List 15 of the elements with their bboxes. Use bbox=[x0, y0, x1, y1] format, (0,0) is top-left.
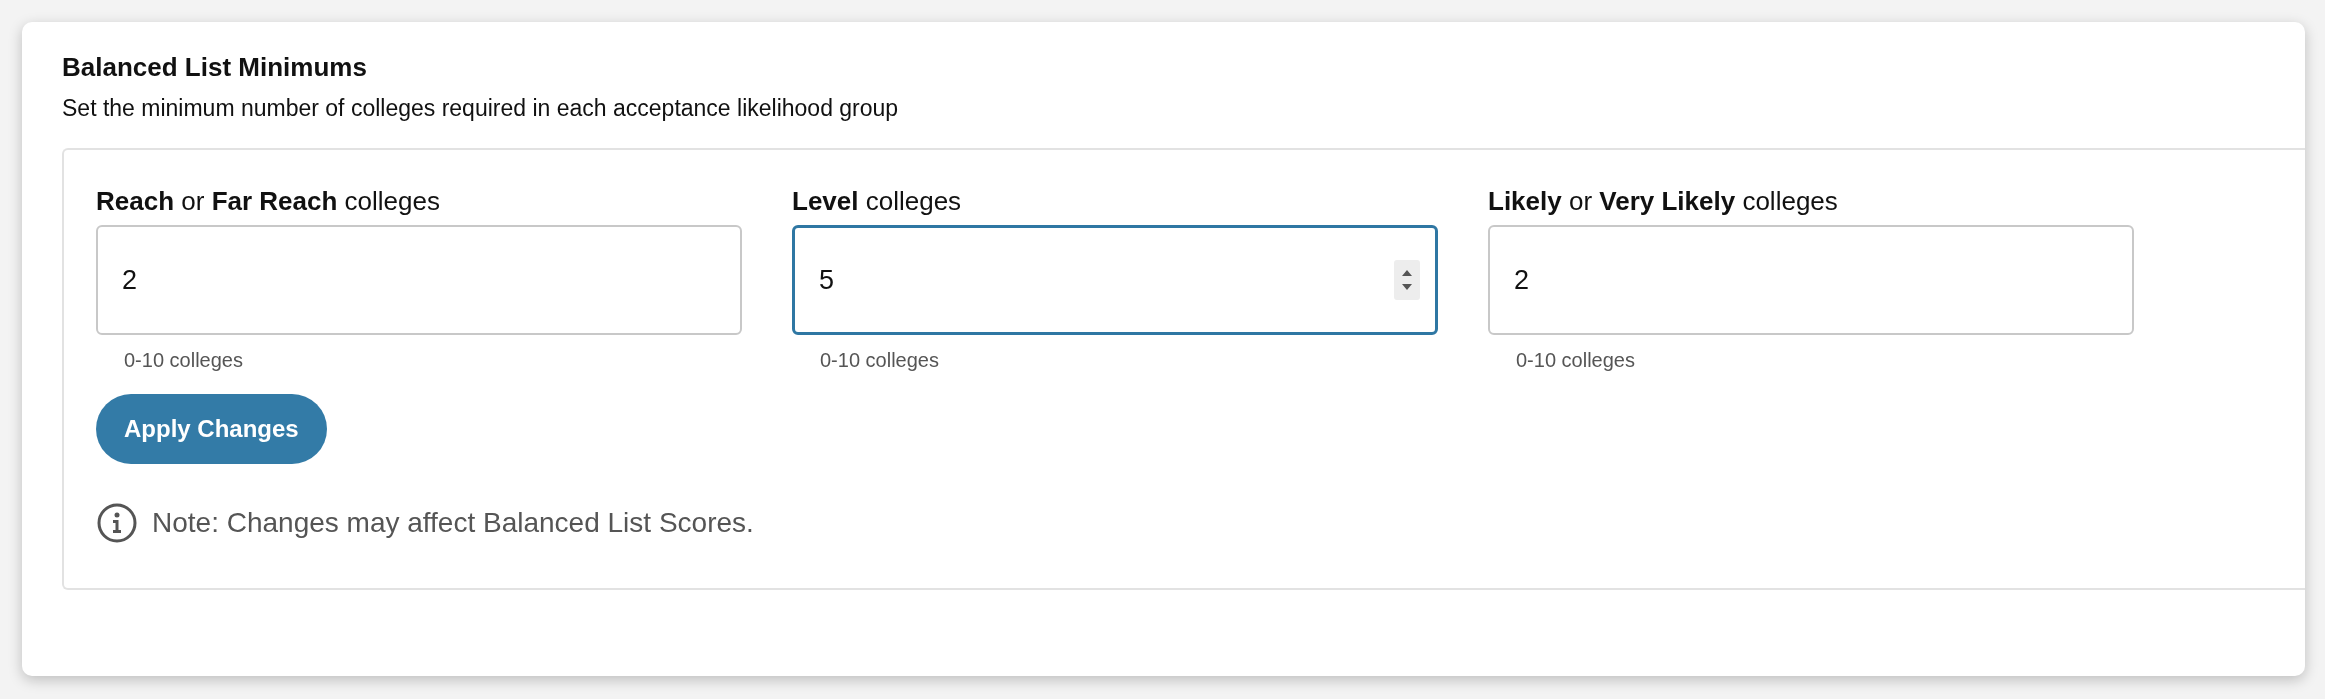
apply-button[interactable]: Apply Changes bbox=[96, 394, 327, 464]
number-field[interactable]: 5 bbox=[792, 225, 1438, 335]
field-label: Reach or Far Reach colleges bbox=[96, 186, 440, 217]
panel-title: Balanced List Minimums bbox=[62, 52, 367, 83]
note-text: Note: Changes may affect Balanced List Scores. bbox=[152, 507, 754, 539]
info-icon bbox=[96, 502, 138, 544]
field-label: Likely or Very Likely colleges bbox=[1488, 186, 1838, 217]
spinner-icon[interactable] bbox=[1394, 260, 1420, 300]
panel-description: Set the minimum number of colleges required in each acceptance likelihood group bbox=[62, 95, 899, 122]
hint-text: 0-10 colleges bbox=[1516, 349, 1635, 372]
number-field[interactable]: 2 bbox=[96, 225, 742, 335]
hint-text: 0-10 colleges bbox=[124, 349, 243, 372]
hint-text: 0-10 colleges bbox=[820, 349, 939, 372]
number-field[interactable]: 2 bbox=[1488, 225, 2134, 335]
field-label: Level colleges bbox=[792, 186, 962, 217]
